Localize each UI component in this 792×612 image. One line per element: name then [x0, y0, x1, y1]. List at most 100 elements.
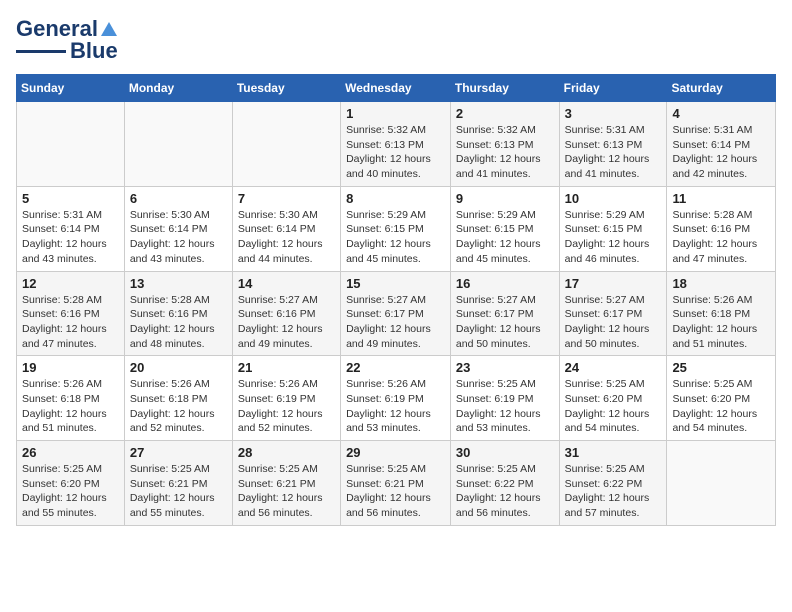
day-info: Sunrise: 5:26 AMSunset: 6:19 PMDaylight:… [346, 377, 445, 436]
day-info-line: Daylight: 12 hours [672, 153, 757, 165]
day-number: 17 [565, 276, 662, 291]
day-number: 23 [456, 360, 554, 375]
day-info-line: Sunrise: 5:30 AM [130, 209, 210, 221]
day-number: 12 [22, 276, 119, 291]
logo: General Blue [16, 16, 118, 64]
calendar-cell: 6Sunrise: 5:30 AMSunset: 6:14 PMDaylight… [124, 186, 232, 271]
day-info: Sunrise: 5:29 AM Sunset: 6:15 PM Daylight:… [346, 208, 445, 267]
day-info-line: Daylight: 12 hours [238, 238, 323, 250]
day-info: Sunrise: 5:27 AMSunset: 6:17 PMDaylight:… [565, 293, 662, 352]
calendar-cell: 20Sunrise: 5:26 AMSunset: 6:18 PMDayligh… [124, 356, 232, 441]
day-info-line: Sunrise: 5:25 AM [672, 378, 752, 390]
day-info: Sunrise: 5:25 AM Sunset: 6:20 PM Daylight:… [565, 377, 662, 436]
day-info-line: Daylight: 12 hours [672, 238, 757, 250]
day-info-line: and 44 minutes. [238, 253, 313, 265]
calendar-cell: 12 Sunrise: 5:28 AMSunset: 6:16 PMDayligh… [17, 271, 125, 356]
day-info-line: Sunset: 6:15 PM [456, 223, 534, 235]
day-info-line: Daylight: 12 hours [672, 408, 757, 420]
calendar-cell: 3Sunrise: 5:31 AMSunset: 6:13 PMDaylight… [559, 102, 667, 187]
day-info-line: and 52 minutes. [238, 422, 313, 434]
day-info-line: Sunrise: 5:27 AM [346, 294, 426, 306]
weekday-header-monday: Monday [124, 75, 232, 102]
day-info-line: Sunrise: 5:25 AM [456, 378, 536, 390]
calendar-table: SundayMondayTuesdayWednesdayThursdayFrid… [16, 74, 776, 526]
day-number: 10 [565, 191, 662, 206]
day-info-line: Daylight: 12 hours [238, 492, 323, 504]
day-info-line: and 51 minutes. [672, 338, 747, 350]
day-info-line: Daylight: 12 hours [456, 153, 541, 165]
day-info-line: and 54 minutes. [672, 422, 747, 434]
day-number: 29 [346, 445, 445, 460]
day-info-line: Sunset: 6:20 PM [565, 393, 643, 405]
day-number: 14 [238, 276, 335, 291]
day-number: 24 [565, 360, 662, 375]
calendar-cell: 16Sunrise: 5:27 AMSunset: 6:17 PMDayligh… [450, 271, 559, 356]
day-info: Sunrise: 5:31 AMSunset: 6:14 PMDaylight:… [672, 123, 770, 182]
day-info-line: Sunrise: 5:25 AM [565, 463, 645, 475]
day-info-line: Sunrise: 5:25 AM [565, 378, 645, 390]
day-info-line: Sunset: 6:21 PM [238, 478, 316, 490]
day-info-line: and 43 minutes. [130, 253, 205, 265]
calendar-cell: 28Sunrise: 5:25 AMSunset: 6:21 PMDayligh… [232, 441, 340, 526]
calendar-cell: 1Sunrise: 5:32 AMSunset: 6:13 PMDaylight… [341, 102, 451, 187]
calendar-cell: 14 Sunrise: 5:27 AMSunset: 6:16 PMDayligh… [232, 271, 340, 356]
day-info-line: Daylight: 12 hours [346, 323, 431, 335]
day-number: 7 [238, 191, 335, 206]
logo-triangle-icon [100, 20, 118, 38]
day-info-line: Daylight: 12 hours [565, 492, 650, 504]
day-info-line: Sunrise: 5:29 AM [456, 209, 536, 221]
day-info-line: Daylight: 12 hours [456, 408, 541, 420]
day-info: Sunrise: 5:27 AMSunset: 6:16 PMDaylight:… [238, 293, 335, 352]
day-number: 1 [346, 106, 445, 121]
day-info-line: Sunset: 6:17 PM [346, 308, 424, 320]
day-number: 5 [22, 191, 119, 206]
day-info-line: and 53 minutes. [456, 422, 531, 434]
calendar-cell: 10Sunrise: 5:29 AMSunset: 6:15 PMDayligh… [559, 186, 667, 271]
day-info: Sunrise: 5:26 AMSunset: 6:18 PMDaylight:… [22, 377, 119, 436]
calendar-cell [667, 441, 776, 526]
calendar-cell: 13Sunrise: 5:28 AMSunset: 6:16 PMDayligh… [124, 271, 232, 356]
day-info-line: and 41 minutes. [456, 168, 531, 180]
day-info-line: Sunset: 6:18 PM [130, 393, 208, 405]
day-info-line: and 56 minutes. [238, 507, 313, 519]
day-info-line: Daylight: 12 hours [565, 153, 650, 165]
week-row-1: 1Sunrise: 5:32 AMSunset: 6:13 PMDaylight… [17, 102, 776, 187]
calendar-cell: 4Sunrise: 5:31 AMSunset: 6:14 PMDaylight… [667, 102, 776, 187]
day-info-line: and 49 minutes. [346, 338, 421, 350]
day-info-line: Daylight: 12 hours [346, 238, 431, 250]
day-number: 27 [130, 445, 227, 460]
day-number: 2 [456, 106, 554, 121]
day-info-line: Sunset: 6:20 PM [22, 478, 100, 490]
calendar-cell: 23Sunrise: 5:25 AMSunset: 6:19 PMDayligh… [450, 356, 559, 441]
day-info-line: Daylight: 12 hours [22, 408, 107, 420]
day-info: Sunrise: 5:28 AMSunset: 6:16 PMDaylight:… [22, 293, 119, 352]
weekday-header-sunday: Sunday [17, 75, 125, 102]
day-info-line: Sunset: 6:19 PM [346, 393, 424, 405]
day-info-line: and 50 minutes. [456, 338, 531, 350]
day-number: 26 [22, 445, 119, 460]
day-info-line: Sunset: 6:22 PM [456, 478, 534, 490]
calendar-cell [124, 102, 232, 187]
day-info-line: and 53 minutes. [346, 422, 421, 434]
day-info-line: and 45 minutes. [346, 253, 421, 265]
day-info-line: Sunset: 6:16 PM [672, 223, 750, 235]
day-info-line: Sunrise: 5:27 AM [565, 294, 645, 306]
calendar-cell: 2Sunrise: 5:32 AMSunset: 6:13 PMDaylight… [450, 102, 559, 187]
day-info: Sunrise: 5:31 AMSunset: 6:14 PMDaylight:… [22, 208, 119, 267]
day-info-line: Sunset: 6:17 PM [456, 308, 534, 320]
day-info-line: Sunset: 6:13 PM [565, 139, 643, 151]
header: General Blue [16, 16, 776, 64]
day-info-line: Sunset: 6:13 PM [456, 139, 534, 151]
week-row-2: 5 Sunrise: 5:31 AMSunset: 6:14 PMDaylight… [17, 186, 776, 271]
day-info-line: and 40 minutes. [346, 168, 421, 180]
day-info-line: Sunrise: 5:31 AM [672, 124, 752, 136]
weekday-header-thursday: Thursday [450, 75, 559, 102]
day-info-line: Sunset: 6:18 PM [22, 393, 100, 405]
day-info-line: Sunset: 6:16 PM [238, 308, 316, 320]
day-info-line: Daylight: 12 hours [565, 408, 650, 420]
week-row-5: 26 Sunrise: 5:25 AM Sunset: 6:20 PM Dayligh… [17, 441, 776, 526]
day-info-line: Sunset: 6:15 PM [346, 223, 424, 235]
day-number: 31 [565, 445, 662, 460]
day-number: 13 [130, 276, 227, 291]
day-info-line: Sunrise: 5:29 AM [346, 209, 426, 221]
